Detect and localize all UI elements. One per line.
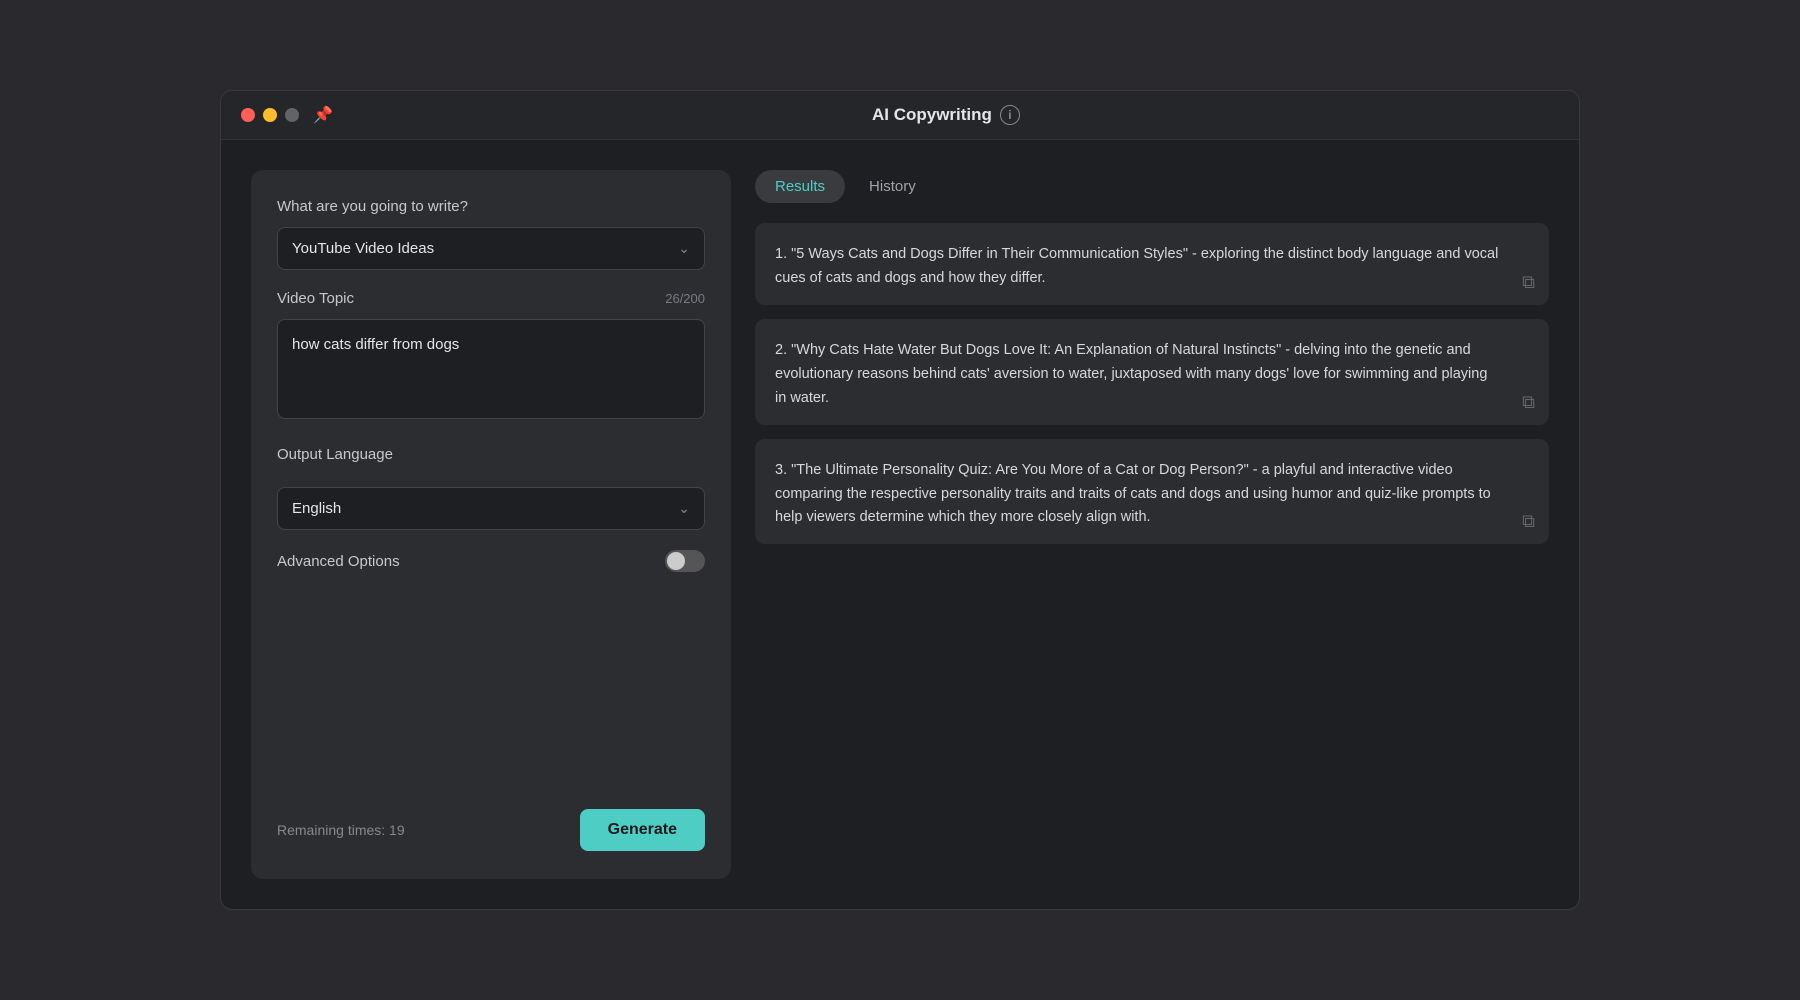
tab-results[interactable]: Results xyxy=(755,170,845,203)
advanced-options-toggle[interactable] xyxy=(665,550,705,572)
results-list: 1. "5 Ways Cats and Dogs Differ in Their… xyxy=(755,223,1549,879)
title-bar: 📌 AI Copywriting i xyxy=(221,91,1579,140)
tab-history[interactable]: History xyxy=(849,170,936,203)
language-value: English xyxy=(292,500,341,517)
copy-icon-3[interactable]: ⧉ xyxy=(1522,511,1535,532)
chevron-down-icon: ⌄ xyxy=(678,240,690,257)
info-icon[interactable]: i xyxy=(1000,105,1020,125)
title-center: AI Copywriting i xyxy=(333,105,1559,125)
copy-icon-1[interactable]: ⧉ xyxy=(1522,272,1535,293)
advanced-options-row: Advanced Options xyxy=(277,550,705,572)
result-card-3: 3. "The Ultimate Personality Quiz: Are Y… xyxy=(755,439,1549,545)
fullscreen-button[interactable] xyxy=(285,108,299,122)
minimize-button[interactable] xyxy=(263,108,277,122)
toggle-knob xyxy=(667,552,685,570)
output-language-label: Output Language xyxy=(277,446,705,463)
copy-icon-2[interactable]: ⧉ xyxy=(1522,392,1535,413)
video-topic-wrapper xyxy=(277,319,705,424)
language-dropdown[interactable]: English ⌄ xyxy=(277,487,705,530)
write-type-dropdown[interactable]: YouTube Video Ideas ⌄ xyxy=(277,227,705,270)
app-title: AI Copywriting xyxy=(872,105,992,125)
chevron-down-icon: ⌄ xyxy=(678,500,690,517)
advanced-options-label: Advanced Options xyxy=(277,553,400,570)
left-panel: What are you going to write? YouTube Vid… xyxy=(251,170,731,879)
main-content: What are you going to write? YouTube Vid… xyxy=(221,140,1579,909)
bottom-row: Remaining times: 19 Generate xyxy=(277,789,705,851)
remaining-times: Remaining times: 19 xyxy=(277,822,405,838)
video-topic-input[interactable] xyxy=(277,319,705,419)
right-panel: Results History 1. "5 Ways Cats and Dogs… xyxy=(755,170,1549,879)
traffic-lights: 📌 xyxy=(241,105,333,125)
close-button[interactable] xyxy=(241,108,255,122)
write-type-value: YouTube Video Ideas xyxy=(292,240,434,257)
output-language-section: Output Language xyxy=(277,446,705,475)
result-text-2: 2. "Why Cats Hate Water But Dogs Love It… xyxy=(775,339,1529,411)
result-card-2: 2. "Why Cats Hate Water But Dogs Love It… xyxy=(755,319,1549,425)
write-type-label: What are you going to write? xyxy=(277,198,705,215)
app-window: 📌 AI Copywriting i What are you going to… xyxy=(220,90,1580,910)
char-count: 26/200 xyxy=(665,291,705,306)
generate-button[interactable]: Generate xyxy=(580,809,705,851)
result-text-1: 1. "5 Ways Cats and Dogs Differ in Their… xyxy=(775,243,1529,291)
video-topic-header: Video Topic 26/200 xyxy=(277,290,705,307)
result-card-1: 1. "5 Ways Cats and Dogs Differ in Their… xyxy=(755,223,1549,305)
tabs-row: Results History xyxy=(755,170,1549,203)
result-text-3: 3. "The Ultimate Personality Quiz: Are Y… xyxy=(775,459,1529,531)
pin-icon[interactable]: 📌 xyxy=(313,105,333,125)
video-topic-label: Video Topic xyxy=(277,290,354,307)
